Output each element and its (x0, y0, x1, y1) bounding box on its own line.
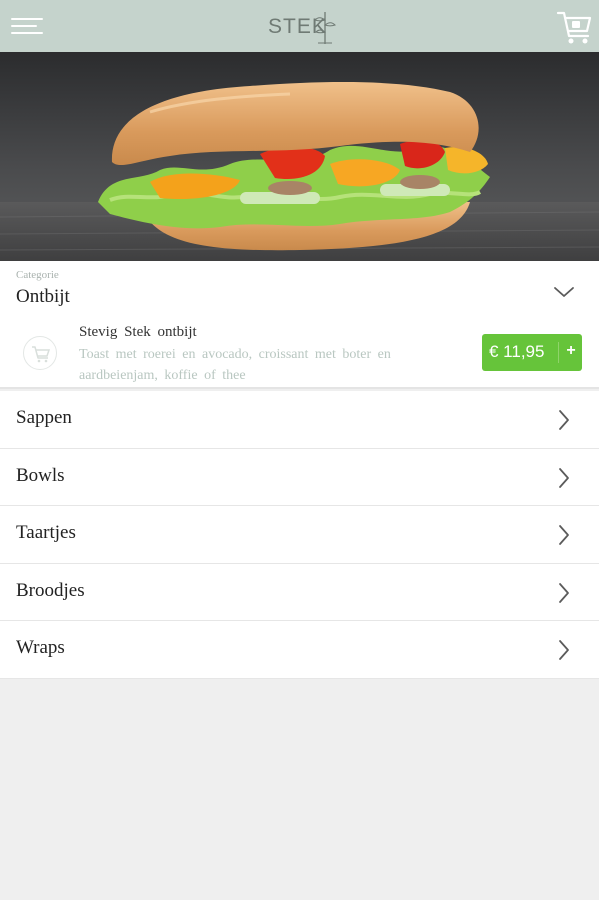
category-row-label: Bowls (16, 464, 65, 486)
category-selector[interactable]: Ontbijt (16, 286, 70, 308)
chevron-right-icon (559, 410, 569, 430)
category-list: Sappen Bowls Taartjes Broodjes Wraps (0, 391, 599, 679)
shopping-cart-icon[interactable] (556, 8, 592, 46)
category-row-sappen[interactable]: Sappen (0, 391, 599, 449)
category-row-label: Wraps (16, 637, 65, 658)
top-bar: STEK (0, 0, 599, 52)
category-panel: Categorie Ontbijt Stevig Stek ontbijt To… (0, 261, 599, 389)
product-name: Stevig Stek ontbijt (79, 324, 197, 340)
product-description: Toast met roerei en avocado, croissant m… (79, 347, 391, 383)
category-row-taartjes[interactable]: Taartjes (0, 506, 599, 564)
chevron-down-icon[interactable] (551, 281, 577, 303)
logo-plant-icon (314, 12, 336, 44)
category-label: Categorie (16, 269, 59, 281)
category-row-wraps[interactable]: Wraps (0, 621, 599, 679)
app-logo: STEK (268, 8, 340, 46)
category-row-label: Taartjes (16, 522, 76, 543)
product-price: € 11,95 (489, 342, 545, 361)
chevron-right-icon (559, 640, 569, 660)
chevron-right-icon (559, 467, 569, 488)
price-divider (558, 342, 559, 363)
category-row-label: Broodjes (16, 579, 85, 601)
chevron-right-icon (559, 582, 569, 603)
chevron-right-icon (559, 525, 569, 545)
category-row-bowls[interactable]: Bowls (0, 448, 599, 506)
product-item[interactable]: Stevig Stek ontbijt Toast met roerei en … (0, 321, 599, 385)
add-to-cart-button[interactable]: € 11,95 + (482, 334, 582, 371)
product-cart-icon (23, 336, 57, 370)
category-row-broodjes[interactable]: Broodjes (0, 563, 599, 621)
sandwich-photo (0, 52, 599, 261)
category-row-label: Sappen (16, 407, 72, 428)
plus-icon: + (566, 342, 576, 359)
hamburger-menu-icon[interactable] (11, 16, 43, 36)
